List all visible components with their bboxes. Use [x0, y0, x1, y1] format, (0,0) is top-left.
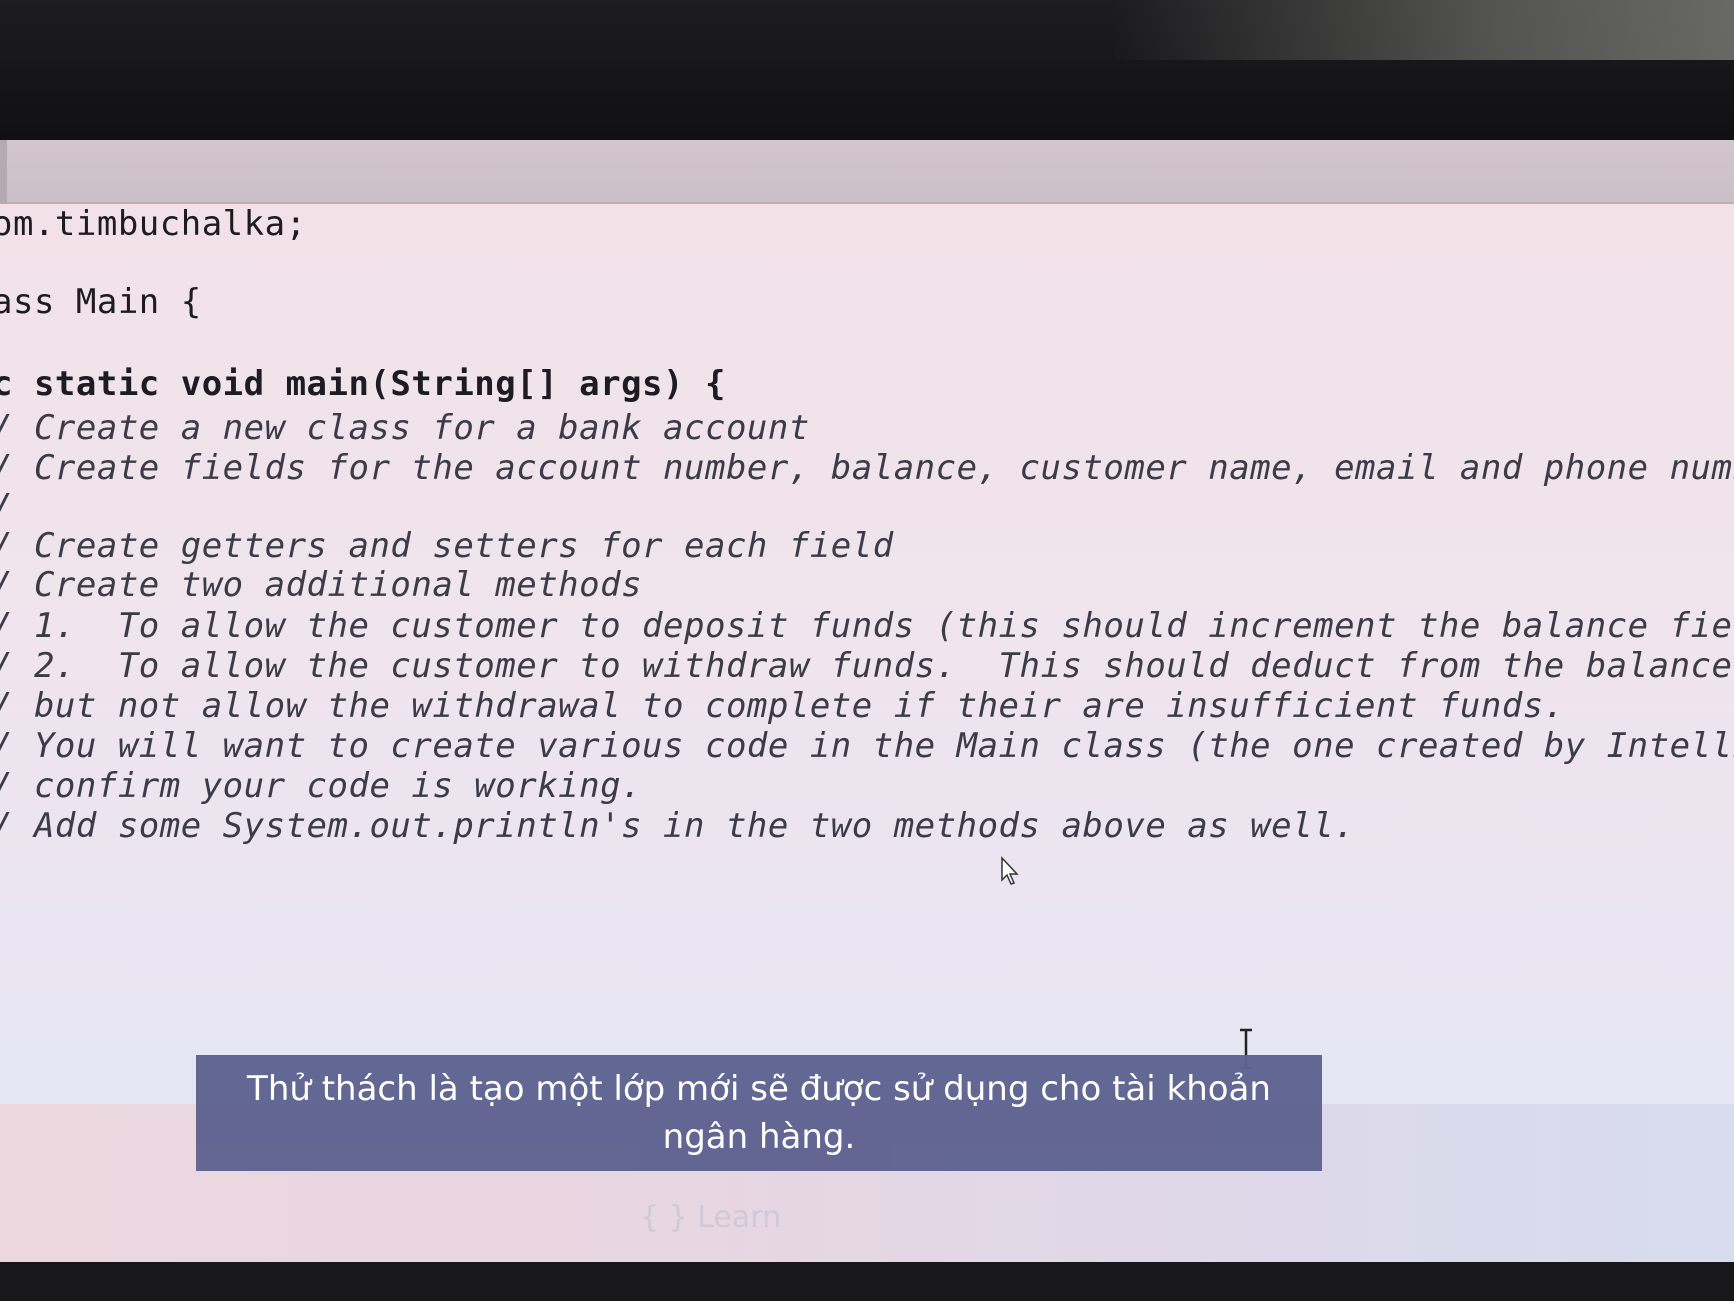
tab-bar-edge: [0, 140, 7, 202]
code-editor[interactable]: om.timbuchalka; ass Main { c static void…: [0, 204, 1734, 1104]
watermark-logo: { } Learn: [640, 1200, 782, 1235]
code-comment-line: / Add some System.out.println's in the t…: [0, 806, 1356, 846]
monitor-bezel-top: [0, 0, 1734, 140]
mouse-pointer-icon: [1000, 856, 1022, 886]
editor-tab-bar: [0, 140, 1734, 204]
code-line-class-decl: ass Main {: [0, 282, 202, 322]
code-comment-line: / Create two additional methods: [0, 565, 643, 605]
video-subtitle: Thử thách là tạo một lớp mới sẽ được sử …: [196, 1055, 1322, 1171]
code-comment-line: / Create a new class for a bank account: [0, 408, 810, 448]
code-comment-line: / 2. To allow the customer to withdraw f…: [0, 646, 1734, 686]
code-comment-line: / but not allow the withdrawal to comple…: [0, 686, 1565, 726]
code-line-main-method: c static void main(String[] args) {: [0, 364, 726, 404]
screen: om.timbuchalka; ass Main { c static void…: [0, 140, 1734, 1262]
code-comment-line: / Create getters and setters for each fi…: [0, 526, 894, 566]
code-comment-line: / Create fields for the account number, …: [0, 448, 1734, 488]
code-comment-line: / 1. To allow the customer to deposit fu…: [0, 606, 1734, 646]
subtitle-line-2: ngân hàng.: [662, 1117, 856, 1157]
code-comment-line: /: [0, 487, 13, 527]
code-comment-line: / confirm your code is working.: [0, 766, 643, 806]
code-comment-line: / You will want to create various code i…: [0, 726, 1734, 766]
subtitle-line-1: Thử thách là tạo một lớp mới sẽ được sử …: [247, 1069, 1271, 1109]
code-line-package: om.timbuchalka;: [0, 204, 307, 244]
monitor-bezel-bottom: [0, 1262, 1734, 1301]
